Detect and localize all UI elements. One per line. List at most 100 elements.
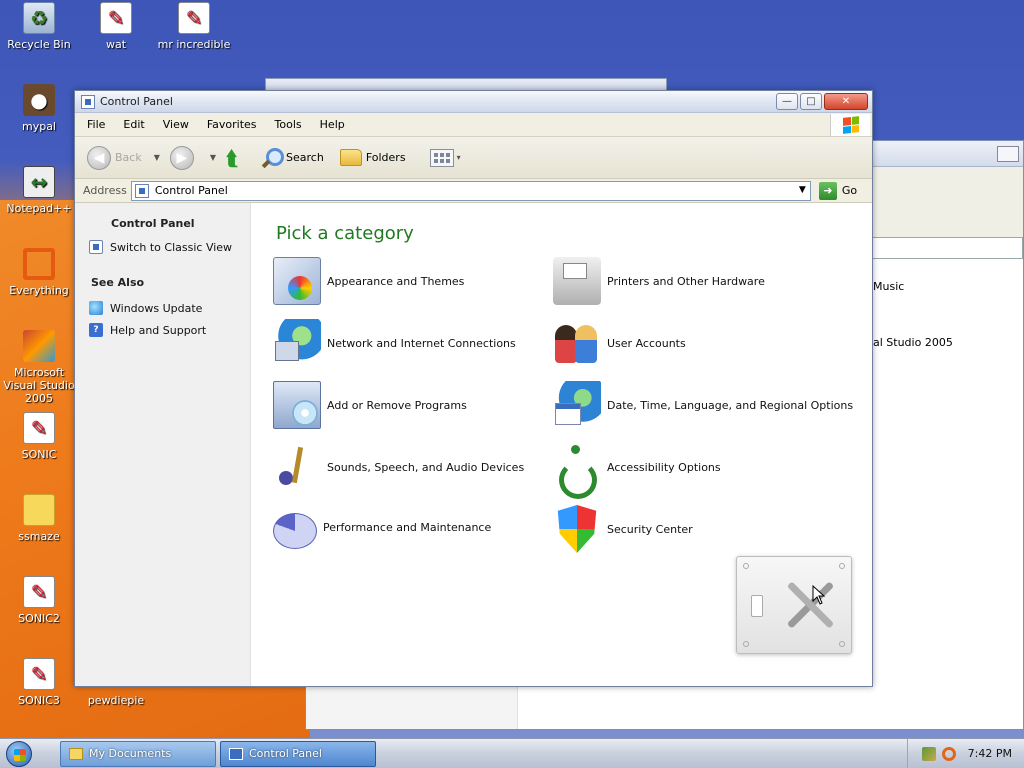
category-label: Network and Internet Connections <box>327 336 516 350</box>
taskbar: My Documents Control Panel 7:42 PM <box>0 738 1024 768</box>
clock[interactable]: 7:42 PM <box>968 747 1012 760</box>
desktop-icon-ssmaze[interactable]: ssmaze <box>0 494 78 543</box>
windows-update-icon <box>89 301 103 315</box>
desktop-icon-sonic3[interactable]: ✎ SONIC3 <box>0 658 78 707</box>
desktop-icon-mypal[interactable]: ● mypal <box>0 84 78 133</box>
category-label: Sounds, Speech, and Audio Devices <box>327 460 525 474</box>
folder-icon <box>23 494 55 526</box>
folders-button[interactable]: Folders <box>339 149 406 166</box>
printer-icon <box>553 257 601 305</box>
window-titlebar[interactable]: Control Panel — □ ✕ <box>75 91 872 113</box>
task-pane-title: Control Panel <box>111 217 195 230</box>
views-dropdown-icon[interactable]: ▾ <box>457 153 461 162</box>
address-value: Control Panel <box>154 184 228 197</box>
user-accounts-icon <box>553 319 601 367</box>
desktop-icon-wat[interactable]: ✎ wat <box>77 2 155 51</box>
category-label: Printers and Other Hardware <box>607 274 765 288</box>
views-grid-icon[interactable] <box>429 148 454 167</box>
category-accessibility[interactable]: Accessibility Options <box>553 443 721 499</box>
category-printers-hardware[interactable]: Printers and Other Hardware <box>553 257 765 305</box>
category-label: Add or Remove Programs <box>327 398 467 412</box>
screw-icon <box>743 563 749 569</box>
document-icon: ✎ <box>23 412 55 444</box>
menu-view[interactable]: View <box>154 118 198 131</box>
category-date-time-language[interactable]: Date, Time, Language, and Regional Optio… <box>553 381 853 429</box>
security-shield-icon <box>557 505 597 553</box>
category-add-remove-programs[interactable]: Add or Remove Programs <box>273 381 467 429</box>
windows-orb-icon <box>6 740 32 767</box>
desktop-icon-label: Everything <box>9 284 69 297</box>
control-panel-icon <box>134 183 149 198</box>
tray-app-icon[interactable] <box>921 746 936 761</box>
desktop-icon-visual-studio[interactable]: Microsoft Visual Studio 2005 <box>0 330 78 405</box>
recycle-bin-icon: ♻ <box>23 2 55 34</box>
menu-file[interactable]: File <box>75 118 114 131</box>
maximize-button[interactable]: □ <box>800 93 822 110</box>
control-panel-icon <box>229 747 243 760</box>
help-support-link[interactable]: ? Help and Support <box>89 323 250 337</box>
see-also-title: See Also <box>91 276 145 289</box>
menu-help[interactable]: Help <box>311 118 354 131</box>
back-button[interactable]: ◀ Back <box>87 145 142 170</box>
back-dropdown-icon[interactable]: ▼ <box>154 153 160 162</box>
search-icon <box>260 147 285 169</box>
raccoon-icon: ● <box>23 84 55 116</box>
category-network-internet[interactable]: Network and Internet Connections <box>273 319 516 367</box>
desktop-icon-pewdiepie[interactable]: pewdiepie <box>77 694 155 707</box>
category-security-center[interactable]: Security Center <box>553 505 693 553</box>
document-icon: ✎ <box>178 2 210 34</box>
switch-classic-view-link[interactable]: Switch to Classic View <box>89 240 250 254</box>
address-dropdown-icon[interactable]: ▼ <box>799 185 806 195</box>
minimize-button[interactable]: — <box>776 93 798 110</box>
close-button[interactable]: ✕ <box>824 93 868 110</box>
search-button[interactable]: Search <box>260 147 324 169</box>
desktop-icon-label: SONIC3 <box>18 694 60 707</box>
search-label: Search <box>286 151 324 164</box>
category-sounds-speech-audio[interactable]: Sounds, Speech, and Audio Devices <box>273 443 524 491</box>
up-folder-icon[interactable]: ⮬ <box>226 147 248 169</box>
menu-tools[interactable]: Tools <box>266 118 311 131</box>
windows-update-link[interactable]: Windows Update <box>89 301 250 315</box>
screw-icon <box>743 641 749 647</box>
system-tray: 7:42 PM <box>906 738 1024 768</box>
desktop-icon-mr-incredible[interactable]: ✎ mr incredible <box>155 2 233 51</box>
help-support-label: Help and Support <box>110 323 207 337</box>
document-icon: ✎ <box>100 2 132 34</box>
desktop-icon-notepadpp[interactable]: ↔ Notepad++ <box>0 166 78 215</box>
back-label: Back <box>115 151 142 164</box>
category-user-accounts[interactable]: User Accounts <box>553 319 686 367</box>
desktop-icon-label: pewdiepie <box>87 694 145 707</box>
windows-update-label: Windows Update <box>110 301 203 315</box>
window-title: Control Panel <box>100 95 173 108</box>
address-label: Address <box>83 184 127 197</box>
forward-dropdown-icon[interactable]: ▼ <box>210 153 216 162</box>
address-field[interactable]: Control Panel ▼ <box>130 180 811 201</box>
document-icon: ✎ <box>23 576 55 608</box>
desktop-icon-sonic2[interactable]: ✎ SONIC2 <box>0 576 78 625</box>
go-button[interactable]: ➜ Go <box>818 181 858 200</box>
category-performance-maintenance[interactable]: Performance and Maintenance <box>273 505 491 549</box>
desktop-icon-recycle-bin[interactable]: ♻ Recycle Bin <box>0 2 78 51</box>
taskbar-item-control-panel[interactable]: Control Panel <box>220 740 376 767</box>
light-switch-icon <box>751 595 763 617</box>
desktop-icon-everything[interactable]: Everything <box>0 248 78 297</box>
taskbar-item-my-documents[interactable]: My Documents <box>60 740 216 767</box>
start-button[interactable] <box>0 739 38 768</box>
forward-button[interactable]: ▶ <box>169 145 198 170</box>
background-list-item[interactable]: al Studio 2005 <box>873 336 953 349</box>
background-minimize-button[interactable] <box>997 146 1019 162</box>
control-panel-tools-widget[interactable] <box>736 556 852 654</box>
desktop-icon-label: mypal <box>21 120 56 133</box>
accessibility-icon <box>553 443 601 499</box>
menu-edit[interactable]: Edit <box>114 118 153 131</box>
everything-tray-icon[interactable] <box>941 746 956 761</box>
menu-favorites[interactable]: Favorites <box>198 118 266 131</box>
category-appearance-themes[interactable]: Appearance and Themes <box>273 257 464 305</box>
desktop-icon-sonic[interactable]: ✎ SONIC <box>0 412 78 461</box>
help-icon: ? <box>89 323 103 337</box>
control-panel-icon <box>81 94 95 109</box>
desktop-icon-label: Recycle Bin <box>7 38 71 51</box>
background-list-item[interactable]: Music <box>873 280 904 293</box>
go-label: Go <box>841 184 858 197</box>
address-bar: Address Control Panel ▼ ➜ Go <box>75 179 872 203</box>
